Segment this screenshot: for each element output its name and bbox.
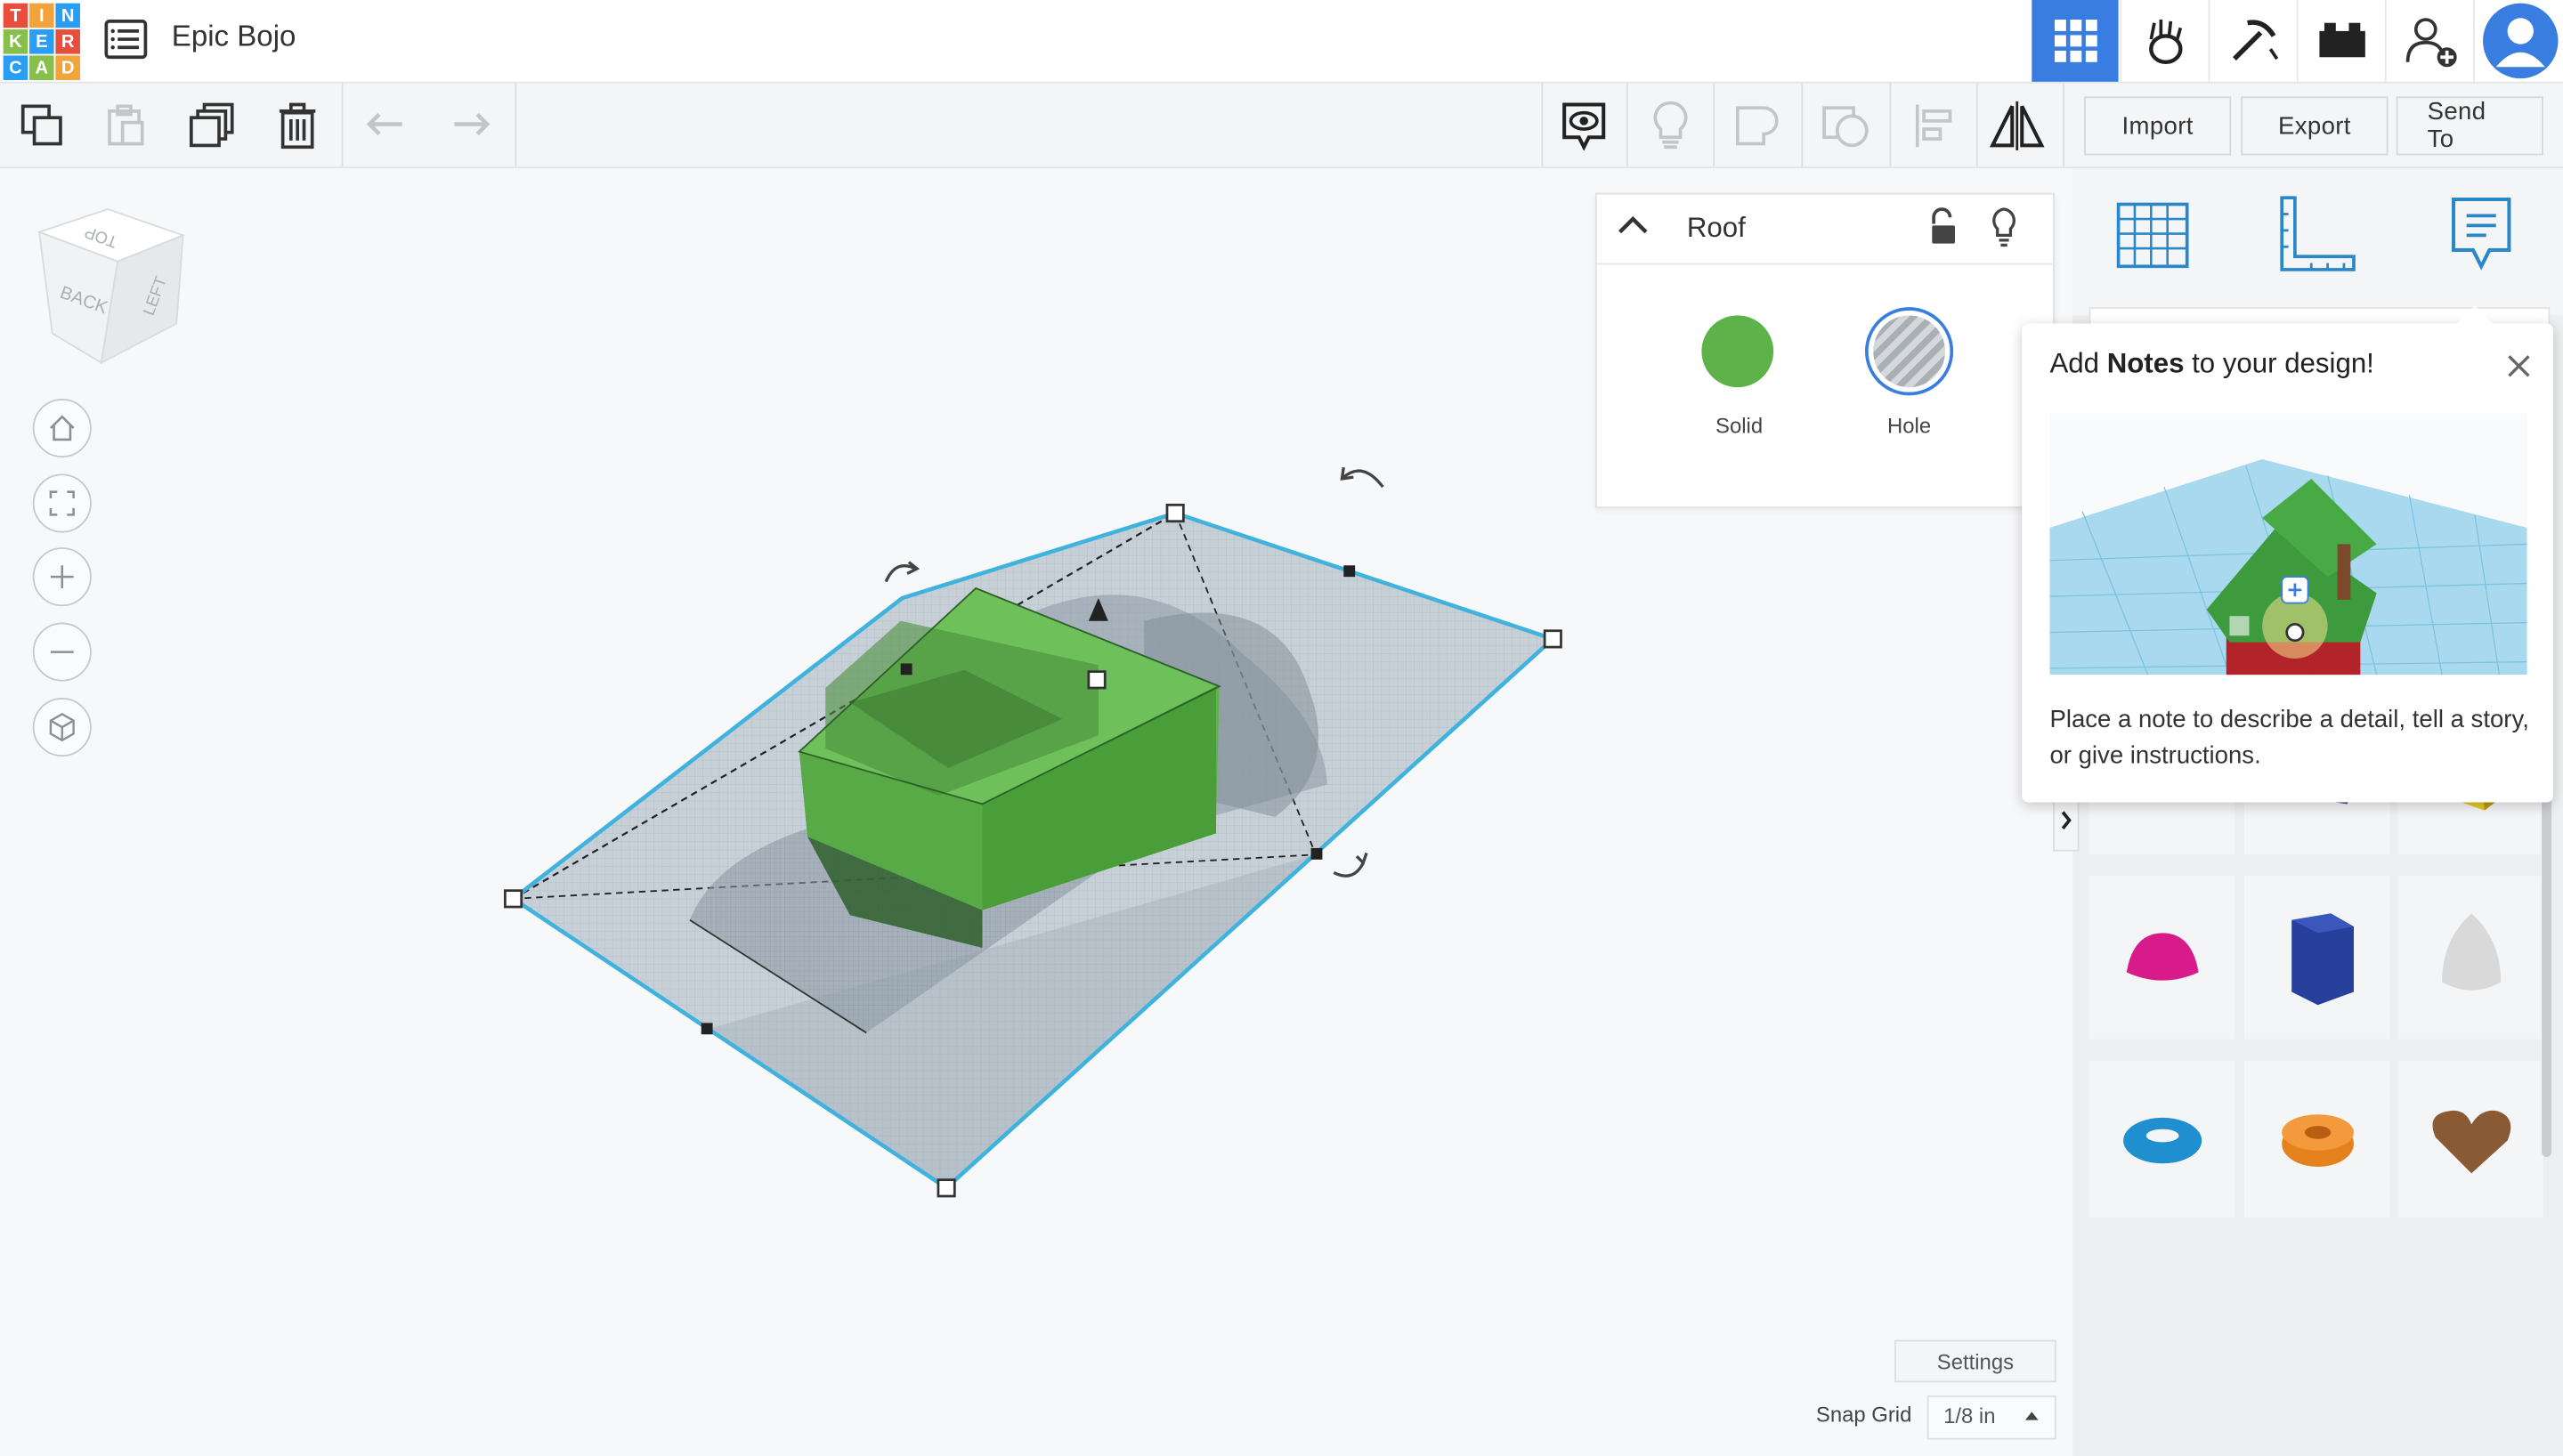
half-sphere-shape[interactable] — [2089, 876, 2235, 1039]
solid-color-swatch[interactable] — [1701, 315, 1774, 388]
logo-letter: E — [29, 29, 54, 54]
shape-title[interactable]: Roof — [1687, 213, 1746, 246]
logo-letter: I — [29, 3, 54, 28]
close-icon[interactable] — [2506, 353, 2532, 388]
user-profile-hand-icon[interactable] — [2120, 0, 2208, 82]
logo-letter: T — [3, 3, 28, 28]
logo-letter: R — [55, 29, 80, 54]
redo-icon[interactable] — [428, 84, 513, 167]
tube-shape[interactable] — [2243, 1060, 2390, 1217]
mirror-icon[interactable] — [1975, 84, 2059, 167]
workplane-grid-icon[interactable] — [2115, 198, 2190, 281]
notes-illustration — [2049, 413, 2527, 675]
paste-icon[interactable] — [84, 84, 168, 167]
ruler-icon[interactable] — [2275, 194, 2357, 284]
eye-notes-icon[interactable] — [1541, 84, 1626, 167]
snap-grid-label: Snap Grid — [1815, 1402, 1912, 1427]
hole-swatch[interactable] — [1864, 307, 1954, 396]
logo-letter: A — [29, 55, 54, 80]
logo-letter: N — [55, 3, 80, 28]
logo-letter: D — [55, 55, 80, 80]
align-icon[interactable] — [1891, 84, 1975, 167]
design-name[interactable]: Epic Bojo — [172, 20, 296, 54]
top-header: TIN KER CAD Epic Bojo — [0, 0, 2563, 84]
logo-letter: C — [3, 55, 28, 80]
trash-icon[interactable] — [255, 84, 339, 167]
hole-label: Hole — [1887, 413, 1932, 439]
notes-title-post: to your design! — [2184, 348, 2374, 379]
paraboloid-shape[interactable] — [2397, 876, 2543, 1039]
settings-button[interactable]: Settings — [1894, 1339, 2056, 1383]
logo-letter: K — [3, 29, 28, 54]
snap-grid-select[interactable]: 1/8 in — [1926, 1395, 2056, 1440]
bricks-icon[interactable] — [2296, 0, 2385, 82]
lightbulb-icon[interactable] — [1628, 84, 1713, 167]
perspective-cube-icon[interactable] — [32, 698, 92, 757]
torus-shape[interactable] — [2089, 1060, 2235, 1217]
notes-popup-body: Place a note to describe a detail, tell … — [2049, 706, 2529, 770]
notes-title-pre: Add — [2049, 348, 2107, 379]
collapse-chevron-icon[interactable] — [1617, 214, 1650, 246]
blocks-pickaxe-icon[interactable] — [2208, 0, 2297, 82]
undo-icon[interactable] — [344, 84, 428, 167]
shape-properties-panel: Roof Solid Hole — [1595, 192, 2055, 509]
notes-popup-title: Add Notes to your design! — [2049, 348, 2373, 381]
home-view-icon[interactable] — [32, 399, 92, 458]
copy-icon[interactable] — [0, 84, 85, 167]
send-to-button[interactable]: Send To — [2396, 96, 2543, 156]
edit-toolbar: Import Export Send To — [0, 83, 2563, 169]
zoom-in-icon[interactable] — [32, 547, 92, 607]
duplicate-icon[interactable] — [170, 84, 255, 167]
notes-icon[interactable] — [2448, 194, 2513, 280]
add-user-icon[interactable] — [2384, 0, 2473, 82]
fit-view-icon[interactable] — [32, 473, 92, 533]
notes-popup: Add Notes to your design! Place a note t… — [2022, 305, 2553, 803]
lock-icon[interactable] — [1927, 207, 1960, 255]
design-list-icon[interactable] — [103, 16, 149, 61]
export-button[interactable]: Export — [2241, 96, 2389, 156]
3d-design-view-icon[interactable] — [2032, 0, 2119, 82]
notes-title-bold: Notes — [2106, 348, 2185, 379]
ungroup-icon[interactable] — [1803, 84, 1887, 167]
heart-shape[interactable] — [2397, 1060, 2543, 1217]
solid-label: Solid — [1715, 413, 1764, 439]
group-icon[interactable] — [1715, 84, 1799, 167]
tinkercad-logo[interactable]: TIN KER CAD — [3, 3, 80, 80]
zoom-out-icon[interactable] — [32, 622, 92, 682]
hexagonal-prism-shape[interactable] — [2243, 876, 2390, 1039]
import-button[interactable]: Import — [2084, 96, 2232, 156]
avatar[interactable] — [2473, 0, 2563, 82]
hide-lightbulb-icon[interactable] — [1990, 206, 2019, 256]
snap-grid-value: 1/8 in — [1943, 1403, 1996, 1428]
caret-up-icon — [2024, 1412, 2039, 1420]
view-cube[interactable]: TOP BACK LEFT — [29, 206, 186, 369]
